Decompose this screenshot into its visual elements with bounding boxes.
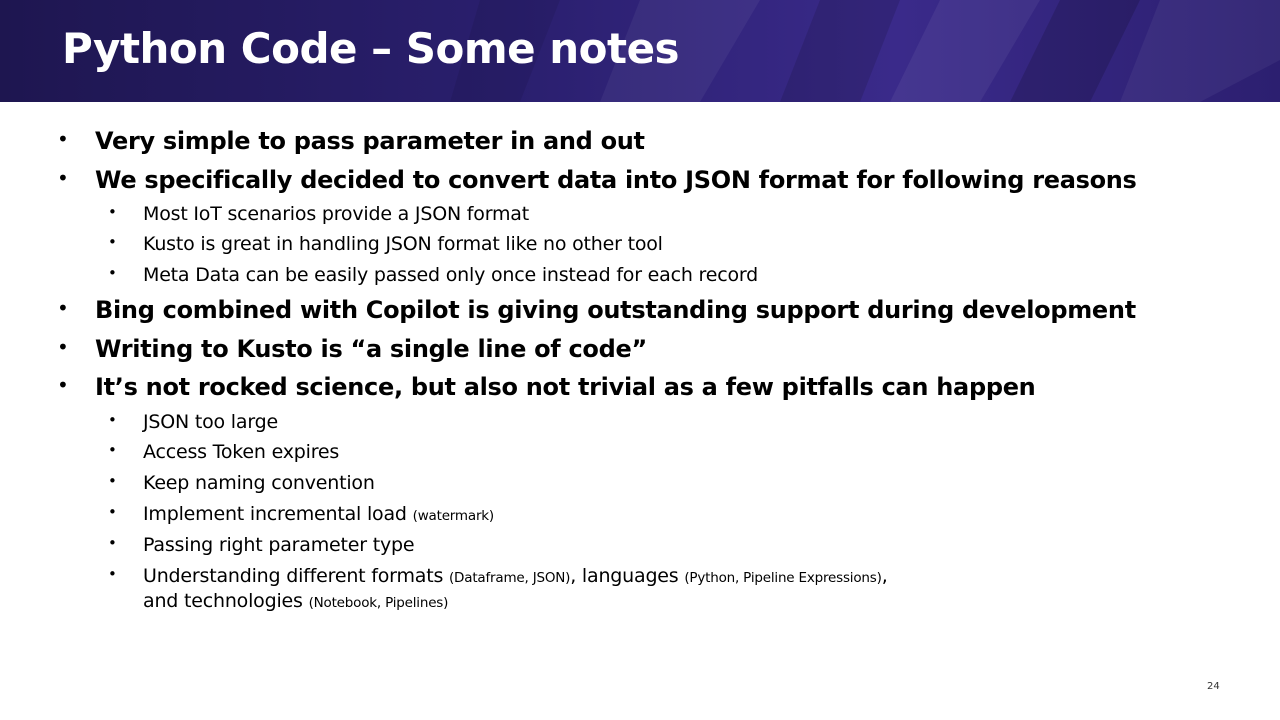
- list-item-part: , languages: [570, 565, 685, 587]
- bullet-icon: •: [108, 503, 117, 521]
- bullet-icon: •: [57, 296, 69, 320]
- list-item-text: We specifically decided to convert data …: [95, 166, 1137, 194]
- list-item-main: Implement incremental load: [143, 503, 407, 525]
- list-item-note: (Dataframe, JSON): [448, 570, 571, 586]
- bullet-icon: •: [108, 534, 117, 552]
- list-item-text: Understanding different formats (Datafra…: [143, 565, 888, 587]
- bullet-icon: •: [57, 127, 69, 151]
- list-item-text: Passing right parameter type: [143, 534, 415, 556]
- list-item-text: Very simple to pass parameter in and out: [95, 127, 645, 155]
- list-item-text: It’s not rocked science, but also not tr…: [95, 373, 1036, 401]
- list-item-part: Understanding different formats: [143, 565, 449, 587]
- list-item-part: ,: [881, 565, 888, 587]
- list-item-text: Access Token expires: [143, 441, 340, 463]
- list-item-text: Kusto is great in handling JSON format l…: [143, 233, 663, 255]
- list-item-note: (Notebook, Pipelines): [308, 595, 449, 611]
- bullet-icon: •: [108, 441, 117, 459]
- list-item-note: (watermark): [412, 508, 495, 524]
- bullet-icon: •: [57, 166, 69, 190]
- bullet-icon: •: [108, 472, 117, 490]
- list-item-text: Meta Data can be easily passed only once…: [143, 264, 759, 286]
- bullet-icon: •: [108, 233, 117, 251]
- list-item-text: Bing combined with Copilot is giving out…: [95, 296, 1136, 324]
- bullet-icon: •: [57, 335, 69, 359]
- bullet-icon: •: [108, 264, 117, 282]
- list-item-text: Writing to Kusto is “a single line of co…: [95, 335, 647, 363]
- list-item-part: and technologies: [143, 590, 309, 612]
- list-item-text: Keep naming convention: [143, 472, 375, 494]
- bullet-icon: •: [108, 411, 117, 429]
- bullet-icon: •: [108, 565, 117, 583]
- bullet-icon: •: [108, 203, 117, 221]
- bullet-list: • Very simple to pass parameter in and o…: [0, 0, 1280, 720]
- list-item-text: Implement incremental load (watermark): [143, 503, 494, 525]
- page-number: 24: [1207, 681, 1220, 692]
- list-item-text: Most IoT scenarios provide a JSON format: [143, 203, 529, 225]
- bullet-icon: •: [57, 373, 69, 397]
- list-item-text: JSON too large: [143, 411, 278, 433]
- list-item-note: (Python, Pipeline Expressions): [684, 570, 882, 586]
- list-item-text: and technologies (Notebook, Pipelines): [143, 590, 448, 612]
